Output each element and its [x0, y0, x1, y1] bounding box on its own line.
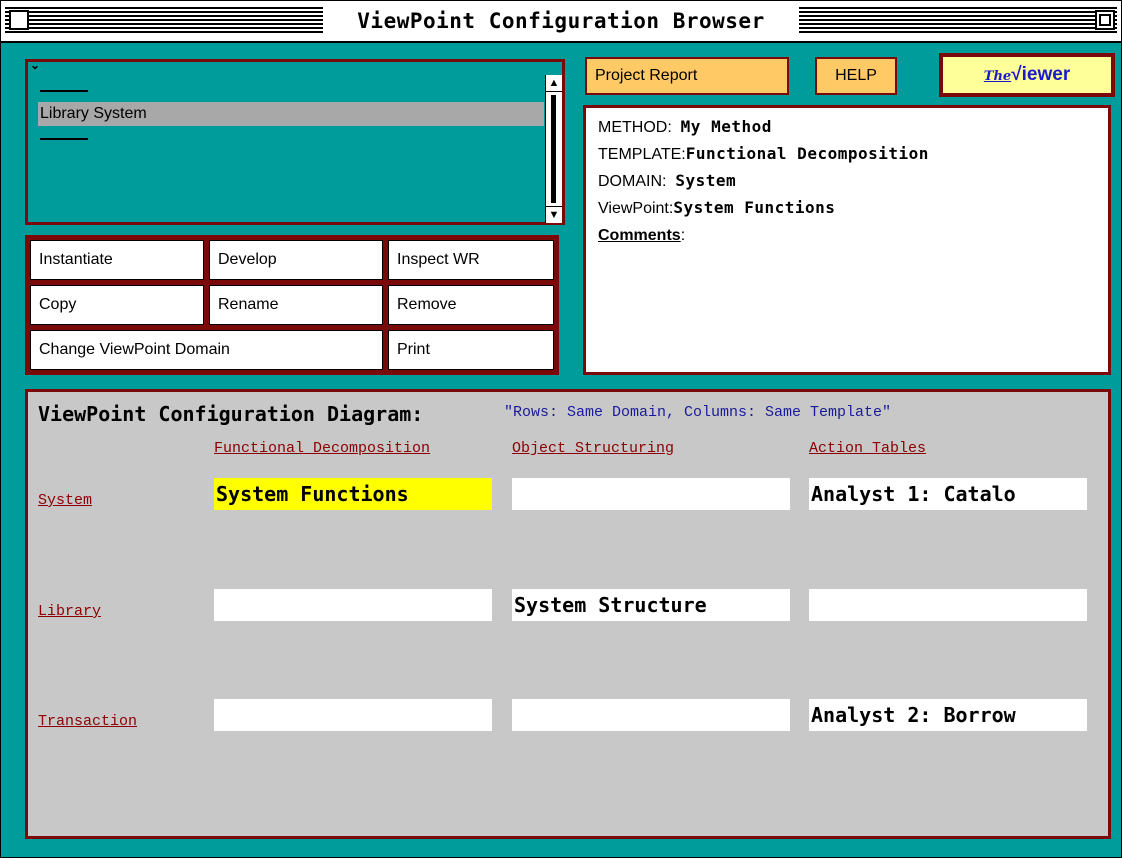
viewpoint-cell[interactable]: System Structure: [512, 589, 790, 621]
rename-button[interactable]: Rename: [209, 285, 383, 325]
row-header-library[interactable]: Library: [38, 603, 101, 620]
viewpoint-value: System Functions: [673, 198, 836, 217]
domain-row: DOMAIN: System: [598, 168, 1096, 195]
viewpoint-label: ViewPoint:: [598, 200, 674, 217]
method-label: METHOD:: [598, 119, 672, 136]
viewpoint-cell[interactable]: [809, 589, 1087, 621]
row-header-transaction[interactable]: Transaction: [38, 713, 137, 730]
close-box[interactable]: [9, 10, 29, 30]
row-header-system[interactable]: System: [38, 492, 92, 509]
diagram-subtitle: "Rows: Same Domain, Columns: Same Templa…: [504, 404, 892, 421]
viewpoint-row: ViewPoint:System Functions: [598, 195, 1096, 222]
zoom-box[interactable]: [1095, 10, 1115, 30]
template-value: Functional Decomposition: [685, 144, 929, 163]
method-row: METHOD: My Method: [598, 114, 1096, 141]
library-list-panel: ⌄ Library System ▲ ▼: [25, 58, 565, 225]
template-row: TEMPLATE:Functional Decomposition: [598, 141, 1096, 168]
copy-button[interactable]: Copy: [30, 285, 204, 325]
change-viewpoint-domain-button[interactable]: Change ViewPoint Domain: [30, 330, 383, 370]
action-button-grid: Instantiate Develop Inspect WR Copy Rena…: [25, 235, 559, 375]
list-scrollbar[interactable]: ▲ ▼: [545, 75, 562, 223]
scroll-up-arrow-icon[interactable]: ▲: [546, 75, 562, 92]
print-button[interactable]: Print: [388, 330, 554, 370]
scroll-down-arrow-icon[interactable]: ▼: [546, 206, 562, 223]
template-label: TEMPLATE:: [598, 146, 686, 163]
viewpoint-cell[interactable]: Analyst 1: Catalo: [809, 478, 1087, 510]
scroll-thumb[interactable]: [551, 95, 556, 203]
viewpoint-cell[interactable]: [512, 699, 790, 731]
instantiate-button[interactable]: Instantiate: [30, 240, 204, 280]
help-button[interactable]: HELP: [815, 57, 897, 95]
inspect-wr-button[interactable]: Inspect WR: [388, 240, 554, 280]
comments-label: Comments: [598, 227, 681, 244]
viewer-logo-the: The: [983, 69, 1012, 84]
viewpoint-cell[interactable]: [214, 589, 492, 621]
window-title: ViewPoint Configuration Browser: [323, 6, 799, 36]
method-value: My Method: [680, 117, 772, 136]
develop-button[interactable]: Develop: [209, 240, 383, 280]
the-viewer-logo[interactable]: The√iewer: [939, 53, 1115, 97]
domain-value: System: [675, 171, 737, 190]
column-header-functional-decomposition[interactable]: Functional Decomposition: [214, 440, 430, 457]
column-header-object-structuring[interactable]: Object Structuring: [512, 440, 674, 457]
column-header-action-tables[interactable]: Action Tables: [809, 440, 926, 457]
diagram-title: ViewPoint Configuration Diagram:: [38, 402, 424, 426]
configuration-diagram: ViewPoint Configuration Diagram: "Rows: …: [25, 389, 1111, 839]
comments-row[interactable]: Comments:: [598, 222, 1096, 249]
viewpoint-cell[interactable]: [512, 478, 790, 510]
viewpoint-info-panel: METHOD: My Method TEMPLATE:Functional De…: [583, 105, 1111, 375]
checkmark-icon: √: [1011, 64, 1022, 85]
title-bar[interactable]: ViewPoint Configuration Browser: [1, 1, 1121, 43]
project-report-button[interactable]: Project Report: [585, 57, 789, 95]
comments-colon: :: [680, 227, 686, 244]
viewer-logo-word: iewer: [1021, 64, 1071, 85]
remove-button[interactable]: Remove: [388, 285, 554, 325]
viewpoint-cell[interactable]: System Functions: [214, 478, 492, 510]
collapse-icon[interactable]: ⌄: [30, 58, 40, 72]
divider: [40, 138, 88, 140]
list-item-library-system[interactable]: Library System: [38, 102, 544, 126]
divider: [40, 90, 88, 92]
viewpoint-cell[interactable]: [214, 699, 492, 731]
viewpoint-cell[interactable]: Analyst 2: Borrow: [809, 699, 1087, 731]
browser-window: ViewPoint Configuration Browser ⌄ Librar…: [0, 0, 1122, 858]
domain-label: DOMAIN:: [598, 173, 667, 190]
